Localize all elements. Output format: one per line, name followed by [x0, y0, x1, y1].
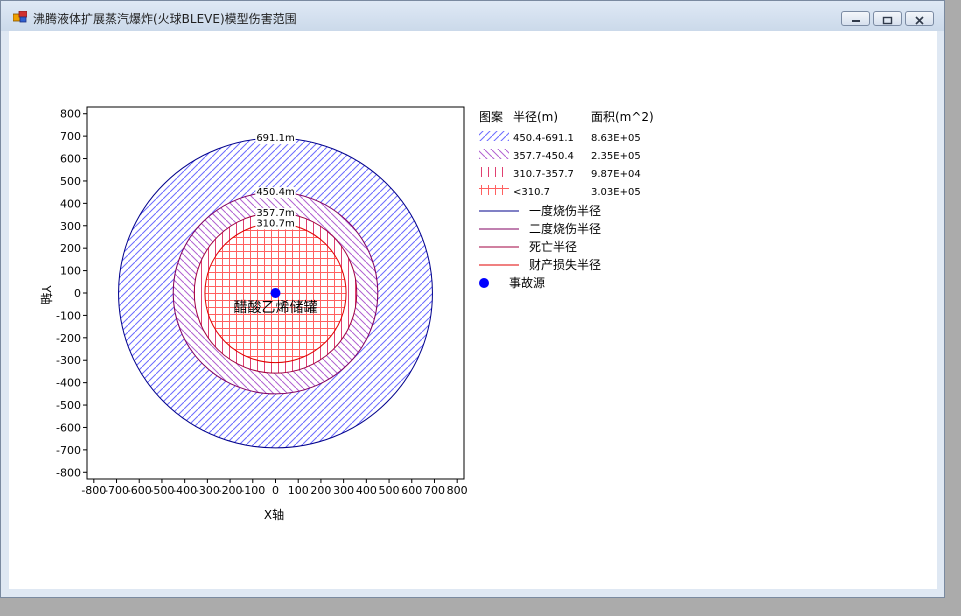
legend-marker-label: 事故源	[509, 275, 545, 290]
legend-line-label: 死亡半径	[529, 240, 577, 254]
y-tick-label: 100	[60, 265, 81, 278]
circle-radius-label: 357.7m	[256, 208, 294, 219]
x-tick-label: 0	[272, 484, 279, 497]
x-tick-label: -300	[195, 484, 220, 497]
x-tick-label: 500	[379, 484, 400, 497]
x-tick-label: 400	[356, 484, 377, 497]
legend-header-pattern: 图案	[479, 109, 503, 124]
legend-area-value: 3.03E+05	[591, 187, 641, 198]
y-tick-label: 300	[60, 220, 81, 233]
y-tick-label: 800	[60, 108, 81, 121]
damage-range-chart: 691.1m450.4m357.7m310.7m醋酸乙烯储罐 -800-700-…	[39, 106, 654, 522]
x-tick-label: 700	[424, 484, 445, 497]
y-tick-label: -100	[56, 309, 81, 322]
title-bar[interactable]: 沸腾液体扩展蒸汽爆炸(火球BLEVE)模型伤害范围	[1, 1, 944, 31]
chart-area: 691.1m 450.4m 357.7m 310.7m 醋酸乙烯储罐 -800 -700-…	[9, 31, 937, 589]
y-tick-label: -700	[56, 444, 81, 457]
x-tick-label: -700	[104, 484, 129, 497]
x-tick-label: -800	[81, 484, 106, 497]
x-tick-label: 800	[447, 484, 468, 497]
y-tick-label: -500	[56, 399, 81, 412]
legend-line-label: 二度烧伤半径	[529, 221, 601, 236]
minimize-icon	[852, 20, 860, 22]
x-tick-label: -600	[127, 484, 152, 497]
legend-radius-range: <310.7	[513, 187, 550, 198]
y-tick-label: 0	[74, 287, 81, 300]
restore-button[interactable]	[873, 11, 902, 26]
legend-pattern-swatch	[479, 185, 509, 195]
x-tick-label: 200	[310, 484, 331, 497]
circle-radius-label: 450.4m	[256, 187, 294, 198]
minimize-button[interactable]	[841, 11, 870, 26]
legend-area-value: 8.63E+05	[591, 133, 641, 144]
circle-radius-label: 310.7m	[256, 218, 294, 229]
app-window: 沸腾液体扩展蒸汽爆炸(火球BLEVE)模型伤害范围 691.1m 450.4m …	[0, 0, 945, 598]
x-axis-label: X轴	[264, 507, 284, 522]
y-tick-label: -600	[56, 421, 81, 434]
close-button[interactable]	[905, 11, 934, 26]
circle-radius-label: 691.1m	[256, 133, 294, 144]
legend-line-label: 一度烧伤半径	[529, 203, 601, 218]
y-tick-label: 400	[60, 197, 81, 210]
legend-pattern-swatch	[479, 131, 509, 141]
legend-header-radius: 半径(m)	[513, 110, 558, 124]
x-tick-label: -100	[240, 484, 265, 497]
legend-radius-range: 450.4-691.1	[513, 133, 574, 144]
accident-source-marker	[270, 288, 281, 298]
app-icon	[13, 11, 27, 23]
legend-pattern-swatch	[479, 167, 509, 177]
legend-radius-range: 310.7-357.7	[513, 169, 574, 180]
x-tick-label: 600	[401, 484, 422, 497]
x-tick-label: -400	[172, 484, 197, 497]
y-tick-label: -200	[56, 332, 81, 345]
legend-radius-range: 357.7-450.4	[513, 151, 574, 162]
legend-area-value: 2.35E+05	[591, 151, 641, 162]
legend-line-label: 财产损失半径	[529, 257, 601, 272]
x-tick-label: -200	[218, 484, 243, 497]
x-tick-label: -500	[149, 484, 174, 497]
legend-pattern-swatch	[479, 149, 509, 159]
y-tick-label: 200	[60, 242, 81, 255]
x-tick-label: 300	[333, 484, 354, 497]
source-label: 醋酸乙烯储罐	[234, 300, 318, 316]
close-icon	[915, 16, 924, 25]
y-tick-label: 500	[60, 175, 81, 188]
legend-header-area: 面积(m^2)	[591, 110, 654, 124]
y-axis-label: Y轴	[39, 284, 54, 304]
zone-layer: 691.1m 450.4m 357.7m310.7m 醋酸乙烯储罐	[118, 133, 433, 449]
y-tick-label: 600	[60, 153, 81, 166]
x-tick-label: 100	[288, 484, 309, 497]
y-tick-label: -400	[56, 377, 81, 390]
y-tick-label: -300	[56, 354, 81, 367]
restore-icon	[882, 16, 893, 25]
legend: 图案 半径(m) 面积(m^2) 450.4-691.1 8.63E+05 357.7-4…	[479, 109, 654, 290]
y-tick-label: 700	[60, 130, 81, 143]
y-tick-label: -800	[56, 466, 81, 479]
window-title: 沸腾液体扩展蒸汽爆炸(火球BLEVE)模型伤害范围	[33, 12, 297, 26]
legend-source-marker	[479, 278, 489, 288]
legend-area-value: 9.87E+04	[591, 169, 641, 180]
